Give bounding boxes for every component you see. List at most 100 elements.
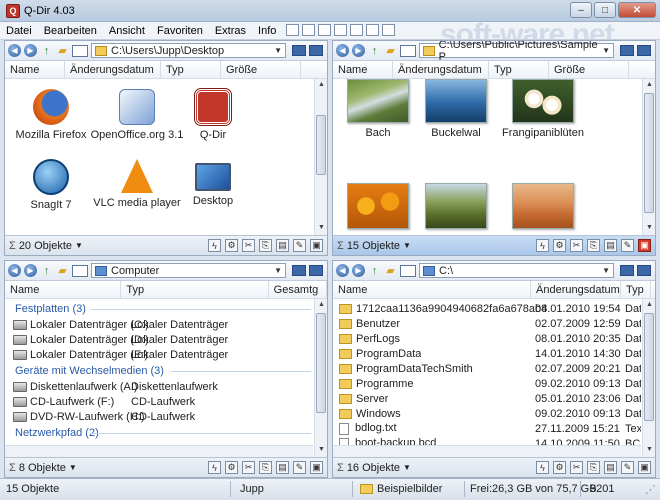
paste-icon[interactable]: ▤ <box>276 239 289 252</box>
pane-select-icon[interactable]: ▣ <box>310 461 323 474</box>
vertical-scrollbar[interactable]: ▲ ▼ <box>314 299 327 457</box>
list-item[interactable]: DVD-RW-Laufwerk (H:) <box>13 409 145 424</box>
layout-1-button[interactable] <box>350 24 363 36</box>
chevron-down-icon[interactable]: ▼ <box>274 46 282 55</box>
address-bar[interactable]: C:\Users\Jupp\Desktop ▼ <box>91 43 286 58</box>
column-date[interactable]: Änderungsdatum <box>65 61 161 78</box>
close-button[interactable]: ✕ <box>618 2 656 18</box>
filter-icon[interactable]: ϟ <box>536 461 549 474</box>
list-item[interactable]: Lokaler Datenträger (E:) <box>13 347 148 362</box>
properties-icon[interactable]: ⚙ <box>553 461 566 474</box>
layout-2v-button[interactable] <box>318 24 331 36</box>
layout-2h-button[interactable] <box>334 24 347 36</box>
image-thumbnail[interactable] <box>411 183 501 233</box>
cut-icon[interactable]: ✂ <box>242 239 255 252</box>
layout-quad-button[interactable] <box>286 24 299 36</box>
table-row[interactable]: ProgramData 14.01.2010 14:30 Dat <box>333 346 641 361</box>
column-name[interactable]: Name <box>5 281 122 298</box>
up-arrow-icon[interactable]: ↑ <box>40 44 53 57</box>
scroll-down-icon[interactable]: ▼ <box>645 224 654 233</box>
filter-icon[interactable]: ϟ <box>208 239 221 252</box>
group-header-network[interactable]: Netzwerkpfad (2) <box>15 425 99 440</box>
monitor-icon[interactable] <box>292 265 306 276</box>
chevron-down-icon[interactable]: ▼ <box>403 463 411 472</box>
properties-icon[interactable]: ⚙ <box>553 239 566 252</box>
maximize-button[interactable]: □ <box>594 2 616 18</box>
monitor-icon[interactable] <box>620 45 634 56</box>
chevron-down-icon[interactable]: ▼ <box>274 266 282 275</box>
desktop-item[interactable]: SnagIt 7 <box>7 159 95 211</box>
column-name[interactable]: Name <box>5 61 65 78</box>
paste-icon[interactable]: ▤ <box>276 461 289 474</box>
back-icon[interactable]: ◀ <box>8 44 21 57</box>
table-row[interactable]: bdlog.txt 27.11.2009 15:21 Tex <box>333 421 641 436</box>
rename-icon[interactable]: ✎ <box>621 239 634 252</box>
rename-icon[interactable]: ✎ <box>293 239 306 252</box>
copy-icon[interactable]: ⎘ <box>259 461 272 474</box>
column-name[interactable]: Name <box>333 61 393 78</box>
cut-icon[interactable]: ✂ <box>242 461 255 474</box>
resize-grip-icon[interactable]: ⋰ <box>645 483 656 496</box>
list-item[interactable]: Lokaler Datenträger (C:) <box>13 317 149 332</box>
column-type[interactable]: Typ <box>621 281 651 298</box>
scroll-down-icon[interactable]: ▼ <box>317 446 326 455</box>
copy-icon[interactable]: ⎘ <box>587 461 600 474</box>
copy-icon[interactable]: ⎘ <box>259 239 272 252</box>
chevron-down-icon[interactable]: ▼ <box>403 241 411 250</box>
paste-icon[interactable]: ▤ <box>604 461 617 474</box>
back-icon[interactable]: ◀ <box>336 264 349 277</box>
layout-extra-button[interactable] <box>382 24 395 36</box>
image-thumbnail[interactable]: Frangipaniblüten <box>493 79 593 139</box>
flag-icon[interactable] <box>309 45 323 56</box>
column-name[interactable]: Name <box>333 281 531 298</box>
flag-icon[interactable] <box>309 265 323 276</box>
list-item[interactable]: CD-Laufwerk (F:) <box>13 394 114 409</box>
desktop-item[interactable]: Mozilla Firefox <box>7 89 95 141</box>
chevron-down-icon[interactable]: ▼ <box>75 241 83 250</box>
scroll-down-icon[interactable]: ▼ <box>317 224 326 233</box>
paste-icon[interactable]: ▤ <box>604 239 617 252</box>
active-pane-icon[interactable]: ▣ <box>638 239 651 252</box>
scroll-thumb[interactable] <box>316 313 326 413</box>
new-folder-icon[interactable]: ▰ <box>384 44 397 57</box>
list-item[interactable]: Diskettenlaufwerk (A:) <box>13 379 138 394</box>
view-mode-icon[interactable] <box>72 44 88 57</box>
up-arrow-icon[interactable]: ↑ <box>40 264 53 277</box>
table-row[interactable]: PerfLogs 08.01.2010 20:35 Dat <box>333 331 641 346</box>
desktop-item[interactable]: Desktop <box>169 159 257 207</box>
table-row[interactable]: Windows 09.02.2010 09:13 Dat <box>333 406 641 421</box>
properties-icon[interactable]: ⚙ <box>225 461 238 474</box>
horizontal-scrollbar[interactable] <box>5 445 313 457</box>
scroll-up-icon[interactable]: ▲ <box>317 81 326 90</box>
filter-icon[interactable]: ϟ <box>536 239 549 252</box>
view-mode-icon[interactable] <box>72 264 88 277</box>
desktop-item[interactable]: Q-Dir <box>169 88 257 141</box>
chevron-down-icon[interactable]: ▼ <box>602 266 610 275</box>
filter-icon[interactable]: ϟ <box>208 461 221 474</box>
forward-icon[interactable]: ▶ <box>352 44 365 57</box>
table-row[interactable]: Server 05.01.2010 23:06 Dat <box>333 391 641 406</box>
back-icon[interactable]: ◀ <box>8 264 21 277</box>
scroll-thumb[interactable] <box>316 115 326 175</box>
scroll-up-icon[interactable]: ▲ <box>645 81 654 90</box>
up-arrow-icon[interactable]: ↑ <box>368 264 381 277</box>
chevron-down-icon[interactable]: ▼ <box>602 46 610 55</box>
column-type[interactable]: Typ <box>161 61 221 78</box>
scroll-up-icon[interactable]: ▲ <box>317 301 326 310</box>
vertical-scrollbar[interactable]: ▲ ▼ <box>642 299 655 457</box>
cut-icon[interactable]: ✂ <box>570 239 583 252</box>
view-mode-icon[interactable] <box>400 44 416 57</box>
table-row[interactable]: ProgramDataTechSmith 02.07.2009 20:21 Da… <box>333 361 641 376</box>
back-icon[interactable]: ◀ <box>336 44 349 57</box>
scroll-up-icon[interactable]: ▲ <box>645 301 654 310</box>
menu-info[interactable]: Info <box>252 25 282 37</box>
address-bar[interactable]: Computer ▼ <box>91 263 286 278</box>
column-total[interactable]: Gesamtg <box>269 281 327 298</box>
minimize-button[interactable]: – <box>570 2 592 18</box>
view-mode-icon[interactable] <box>400 264 416 277</box>
menu-datei[interactable]: Datei <box>0 25 38 37</box>
address-bar[interactable]: C:\Users\Public\Pictures\Sample P ▼ <box>419 41 614 63</box>
address-bar[interactable]: C:\ ▼ <box>419 263 614 278</box>
forward-icon[interactable]: ▶ <box>24 264 37 277</box>
flag-icon[interactable] <box>637 265 651 276</box>
